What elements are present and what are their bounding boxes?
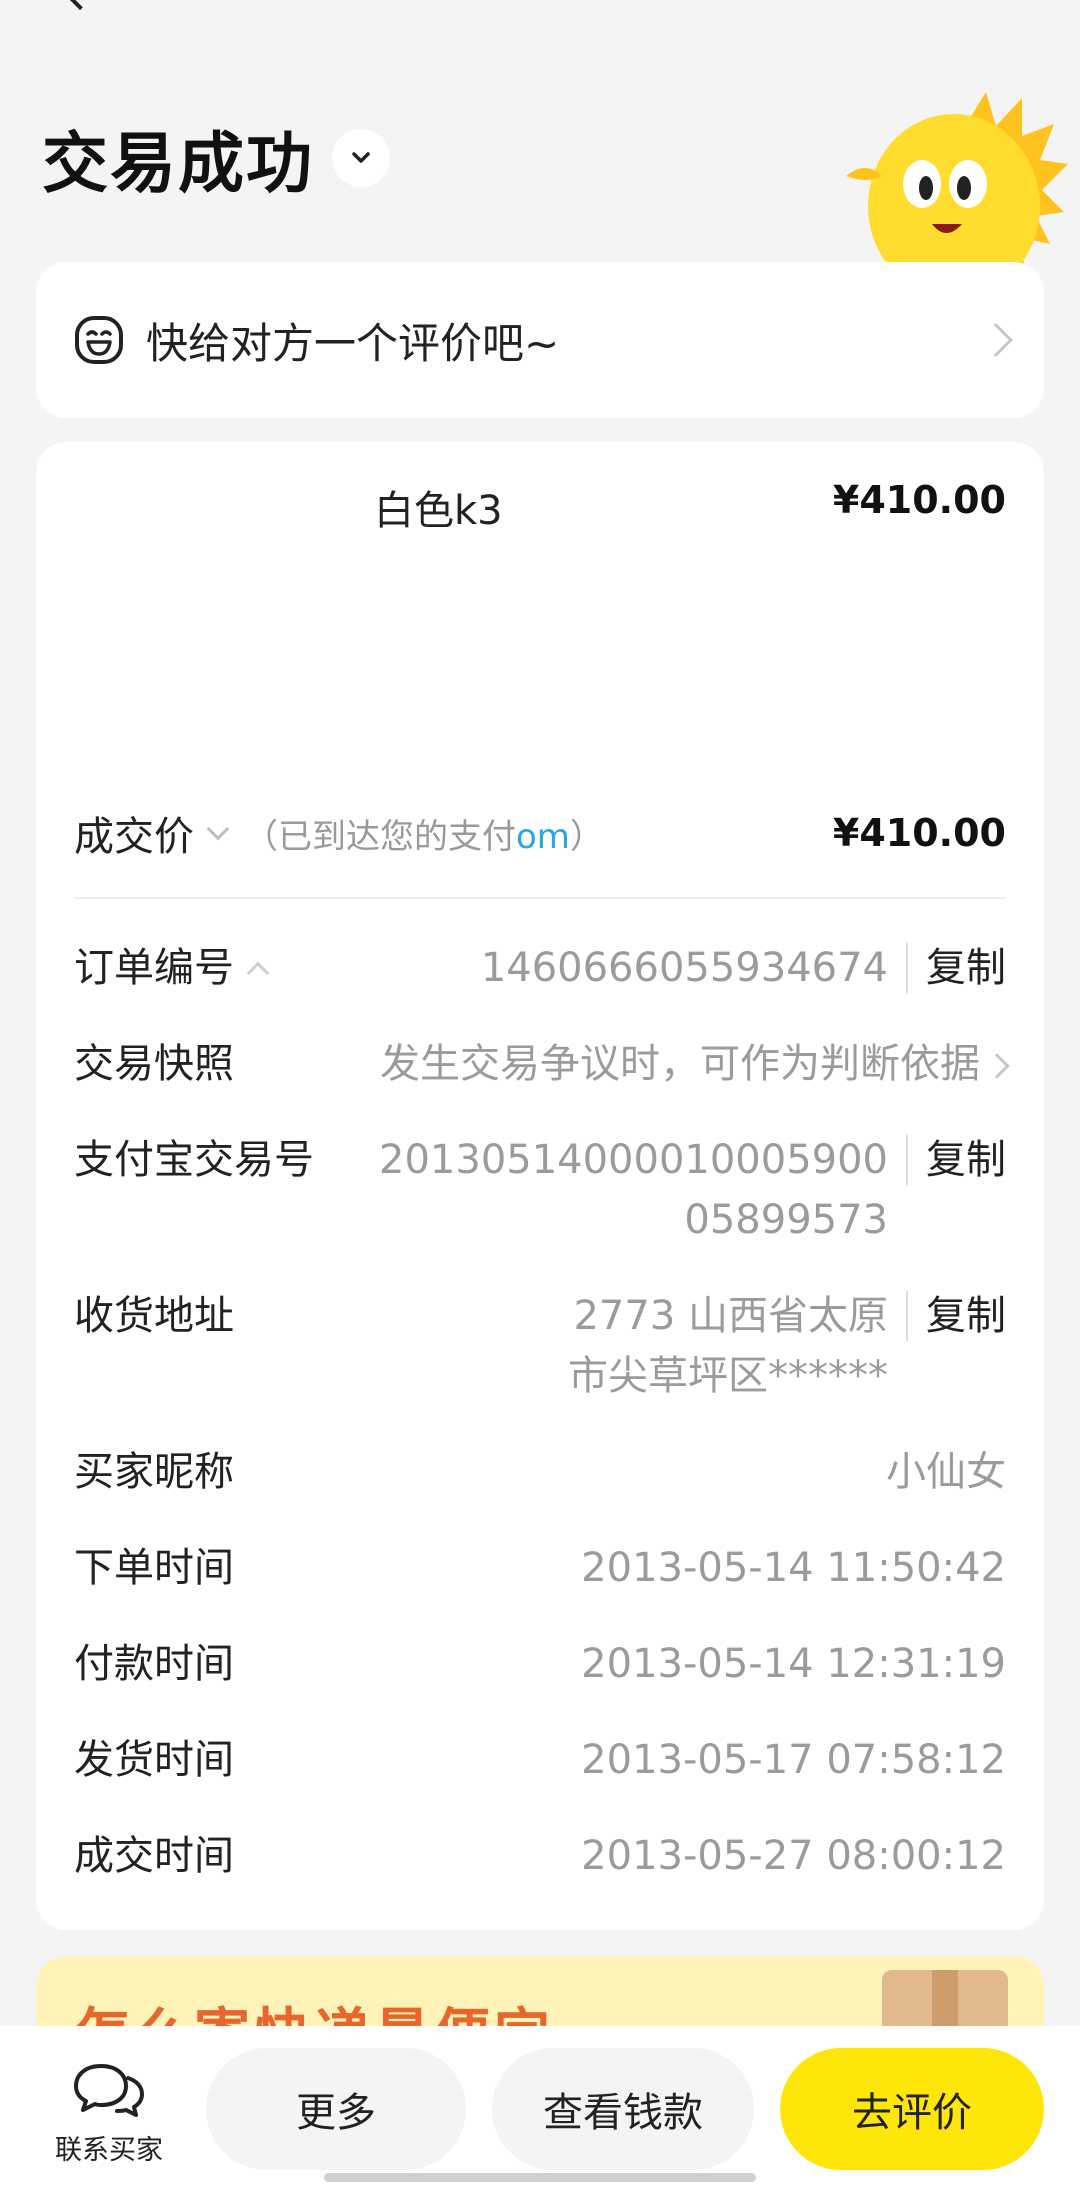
buyer-value: 小仙女 <box>886 1449 1006 1495</box>
address-value: 2773 山西省太原市尖草坪区****** <box>568 1293 888 1399</box>
review-prompt-card[interactable]: 快给对方一个评价吧~ <box>36 262 1044 418</box>
chat-bubbles-icon <box>74 2064 144 2117</box>
product-title[interactable]: 白色k3 <box>374 478 503 536</box>
review-button[interactable]: 去评价 <box>780 2048 1044 2170</box>
deal-time-value: 2013-05-27 08:00:12 <box>581 1833 1006 1879</box>
address-row: 收货地址 2773 山西省太原市尖草坪区****** 复制 <box>74 1286 1006 1406</box>
order-number-value: 1460666055934674 <box>480 945 888 991</box>
order-time-value: 2013-05-14 11:50:42 <box>581 1545 1006 1591</box>
copy-alipay-number-button[interactable]: 复制 <box>906 1135 1006 1185</box>
page-header: 交易成功 <box>42 118 390 202</box>
order-time-row: 下单时间 2013-05-14 11:50:42 <box>74 1538 1006 1598</box>
deal-price-row: 成交价 （已到达您的支付om） ¥410.00 <box>74 798 1006 868</box>
chevron-down-icon <box>352 152 370 163</box>
copy-order-number-button[interactable]: 复制 <box>906 943 1006 993</box>
review-prompt-text: 快给对方一个评价吧~ <box>146 318 560 368</box>
chevron-down-icon[interactable] <box>206 817 230 841</box>
copy-address-button[interactable]: 复制 <box>906 1291 1006 1341</box>
page-title: 交易成功 <box>42 125 314 202</box>
ship-time-label: 发货时间 <box>74 1737 234 1783</box>
product-price: ¥410.00 <box>832 478 1006 522</box>
contact-buyer-label: 联系买家 <box>55 2135 163 2166</box>
chevron-right-icon <box>984 1053 1010 1079</box>
order-number-label[interactable]: 订单编号 <box>74 938 270 998</box>
bottom-action-bar: 联系买家 更多 查看钱款 去评价 <box>0 2026 1080 2192</box>
payment-account-link[interactable]: om <box>516 817 570 857</box>
alipay-number-label: 支付宝交易号 <box>74 1137 314 1183</box>
pay-time-label: 付款时间 <box>74 1641 234 1687</box>
deal-time-label: 成交时间 <box>74 1833 234 1879</box>
snapshot-label: 交易快照 <box>74 1041 234 1087</box>
order-detail-card: 白色k3 ¥410.00 成交价 （已到达您的支付om） ¥410.00 订单编… <box>36 442 1044 1930</box>
deal-price-note: （已到达您的支付om） <box>244 816 604 857</box>
pay-time-value: 2013-05-14 12:31:19 <box>581 1641 1006 1687</box>
contact-buyer-button[interactable]: 联系买家 <box>34 2060 184 2167</box>
order-time-label: 下单时间 <box>74 1545 234 1591</box>
mascot-image <box>836 90 1068 268</box>
deal-time-row: 成交时间 2013-05-27 08:00:12 <box>74 1826 1006 1886</box>
chevron-right-icon <box>979 323 1013 357</box>
alipay-number-row: 支付宝交易号 2013051400001000590005899573 复制 <box>74 1130 1006 1250</box>
smiley-face-icon <box>75 316 123 364</box>
snapshot-row[interactable]: 交易快照 发生交易争议时，可作为判断依据 <box>74 1034 1010 1094</box>
status-toggle-button[interactable] <box>332 129 390 187</box>
address-label: 收货地址 <box>74 1293 234 1339</box>
deal-price-label: 成交价 <box>74 814 194 860</box>
pay-time-row: 付款时间 2013-05-14 12:31:19 <box>74 1634 1006 1694</box>
ship-time-row: 发货时间 2013-05-17 07:58:12 <box>74 1730 1006 1790</box>
divider <box>74 897 1006 899</box>
order-number-row: 订单编号 1460666055934674 复制 <box>74 938 1006 998</box>
deal-price-value: ¥410.00 <box>832 811 1006 855</box>
ship-time-value: 2013-05-17 07:58:12 <box>581 1737 1006 1783</box>
more-button[interactable]: 更多 <box>206 2048 466 2170</box>
home-indicator[interactable] <box>324 2173 756 2182</box>
buyer-label: 买家昵称 <box>74 1449 234 1495</box>
buyer-row: 买家昵称 小仙女 <box>74 1442 1006 1502</box>
back-icon[interactable] <box>65 0 95 11</box>
alipay-number-value: 2013051400001000590005899573 <box>379 1137 888 1243</box>
view-money-button[interactable]: 查看钱款 <box>492 2048 754 2170</box>
snapshot-value: 发生交易争议时，可作为判断依据 <box>234 1034 1010 1094</box>
